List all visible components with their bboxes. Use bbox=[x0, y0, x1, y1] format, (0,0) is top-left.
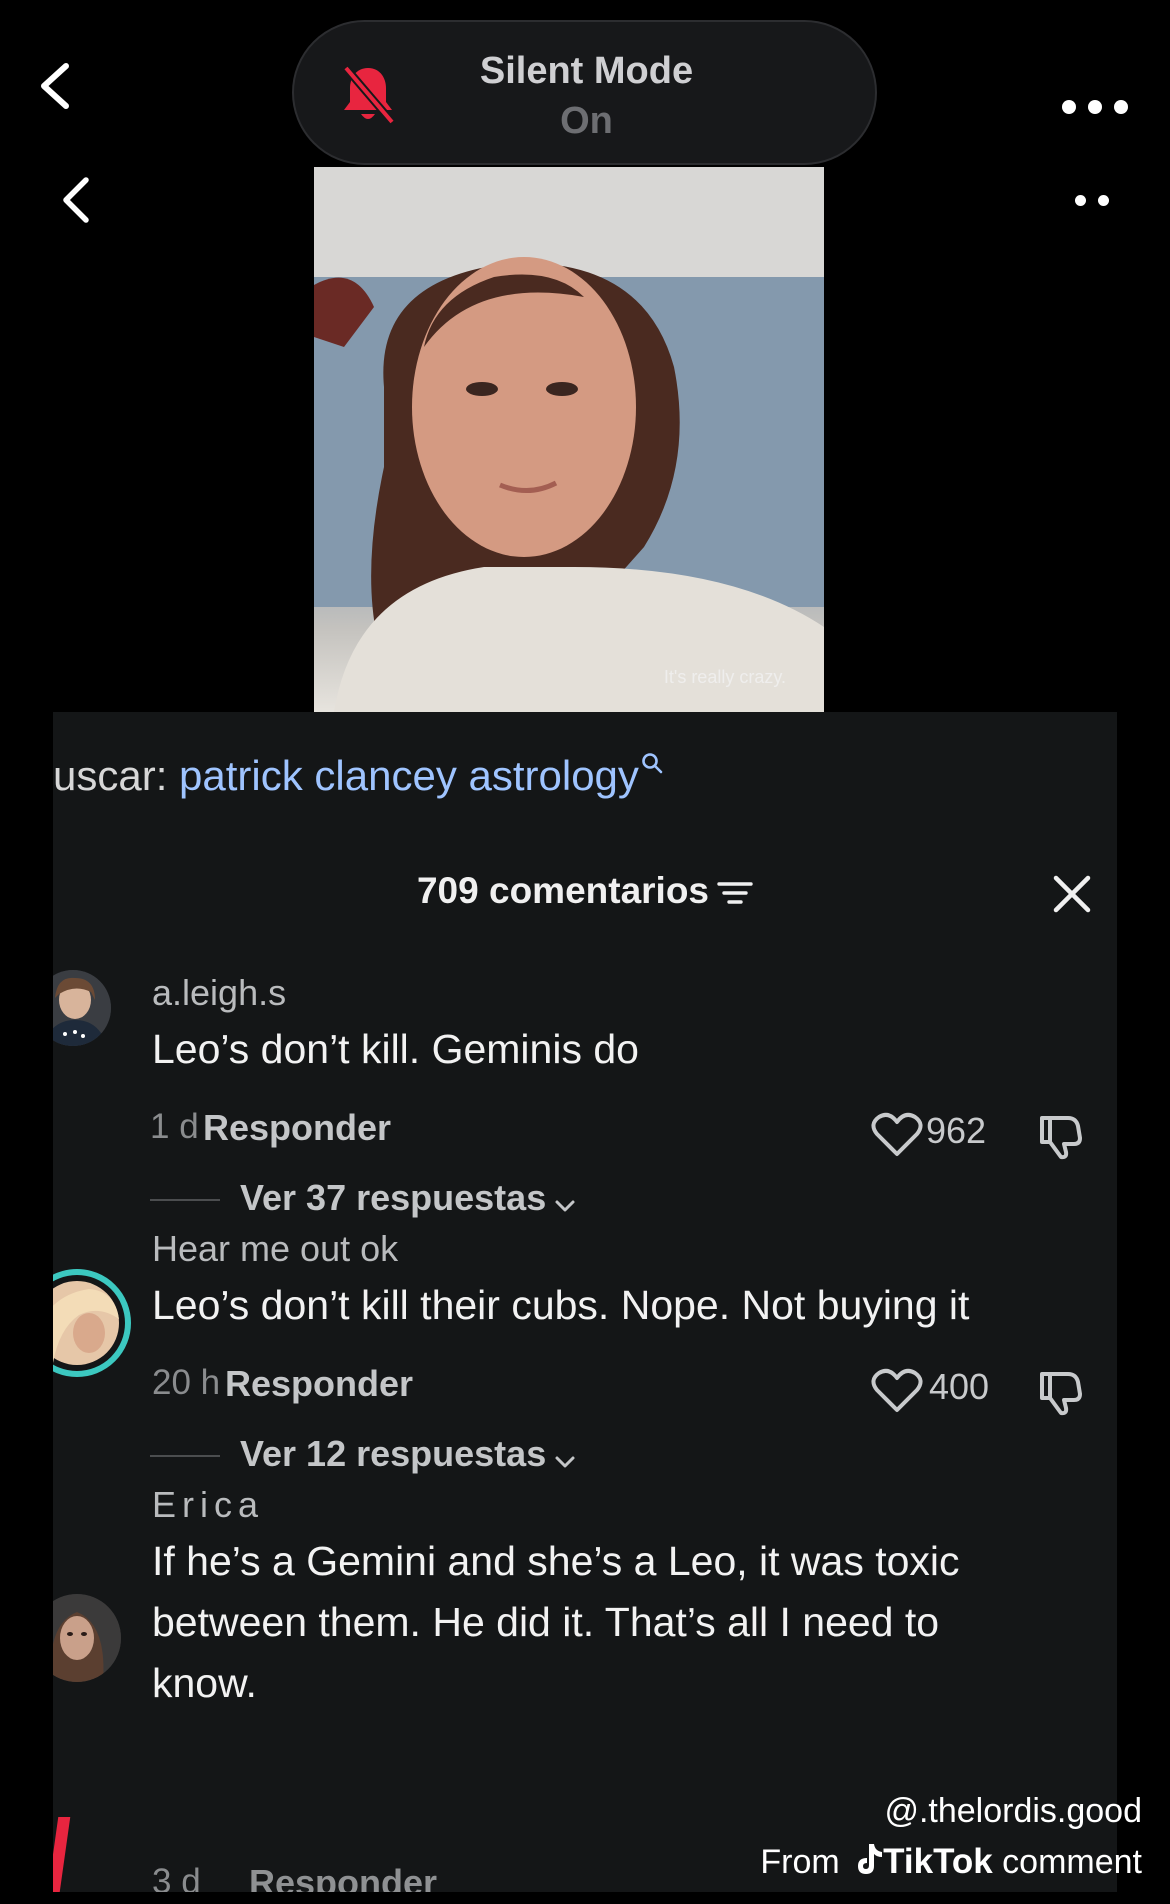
chevron-down-icon bbox=[555, 1200, 575, 1212]
comment-username[interactable]: Hear me out ok bbox=[152, 1228, 398, 1270]
video-frame-image bbox=[314, 167, 824, 712]
video-player[interactable]: It's really crazy. bbox=[314, 167, 824, 712]
avatar-image bbox=[53, 1281, 119, 1365]
back-chevron-icon-secondary[interactable] bbox=[52, 172, 108, 228]
reply-button[interactable]: Responder bbox=[203, 1107, 391, 1149]
avatar[interactable] bbox=[53, 1594, 121, 1682]
heart-icon[interactable] bbox=[871, 1112, 923, 1158]
silent-mode-title: Silent Mode bbox=[479, 50, 694, 92]
comment-time: 3 d bbox=[152, 1862, 201, 1892]
back-chevron-icon[interactable] bbox=[30, 58, 86, 114]
view-replies-label: Ver 37 respuestas bbox=[240, 1177, 547, 1218]
comment-text-line-2: between them. He did it. That’s all I ne… bbox=[152, 1599, 940, 1645]
silent-mode-banner: Silent Mode On bbox=[292, 20, 877, 165]
like-count: 400 bbox=[929, 1366, 990, 1407]
comments-panel: uscar: patrick clancey astrology 709 com… bbox=[53, 712, 1117, 1892]
avatar-image bbox=[53, 1594, 121, 1682]
replies-divider bbox=[150, 1455, 220, 1457]
comment-text-line-3: know. bbox=[152, 1660, 257, 1706]
comments-count: 709 comentarios bbox=[416, 870, 710, 911]
search-icon[interactable] bbox=[641, 752, 663, 774]
heart-icon[interactable] bbox=[871, 1368, 923, 1414]
video-caption: It's really crazy. bbox=[663, 667, 786, 687]
tiktok-logo-icon bbox=[858, 1844, 883, 1874]
close-icon[interactable] bbox=[1048, 870, 1096, 918]
search-prefix: uscar: bbox=[53, 752, 168, 799]
avatar[interactable] bbox=[53, 970, 111, 1046]
comment-text-line-1: If he’s a Gemini and she’s a Leo, it was… bbox=[152, 1538, 960, 1584]
search-query-link[interactable]: patrick clancey astrology bbox=[179, 752, 639, 799]
comment-username[interactable]: a.leigh.s bbox=[152, 972, 286, 1014]
red-edge-mark bbox=[53, 1817, 71, 1892]
reply-button[interactable]: Responder bbox=[249, 1862, 437, 1892]
comment-time: 1 d bbox=[150, 1107, 199, 1146]
more-dots-icon[interactable] bbox=[1062, 100, 1128, 114]
more-dots-icon-secondary[interactable] bbox=[1075, 195, 1109, 206]
comment-text: Leo’s don’t kill their cubs. Nope. Not b… bbox=[152, 1282, 970, 1328]
avatar-image bbox=[53, 970, 111, 1046]
watermark-credit: From TikTok comment bbox=[760, 1842, 1142, 1882]
like-count: 962 bbox=[926, 1110, 987, 1151]
watermark-brand: TikTok bbox=[883, 1842, 993, 1881]
view-replies-button[interactable]: Ver 12 respuestas bbox=[240, 1433, 576, 1475]
view-replies-button[interactable]: Ver 37 respuestas bbox=[240, 1177, 576, 1219]
replies-divider bbox=[150, 1199, 220, 1201]
view-replies-label: Ver 12 respuestas bbox=[240, 1433, 547, 1474]
search-suggestion[interactable]: uscar: patrick clancey astrology bbox=[53, 752, 663, 800]
comment-username[interactable]: Erica bbox=[152, 1484, 264, 1526]
comment-text: Leo’s don’t kill. Geminis do bbox=[152, 1026, 639, 1072]
watermark-suffix: comment bbox=[1002, 1843, 1142, 1881]
dislike-icon[interactable] bbox=[1036, 1368, 1086, 1416]
comments-count-header: 709 comentarios bbox=[53, 870, 1117, 912]
silent-mode-status: On bbox=[560, 100, 613, 142]
watermark-handle: @.thelordis.good bbox=[884, 1792, 1142, 1830]
chevron-down-icon bbox=[555, 1456, 575, 1468]
sort-icon[interactable] bbox=[717, 880, 753, 906]
watermark-from: From bbox=[760, 1843, 840, 1881]
avatar-story-ring[interactable] bbox=[53, 1269, 131, 1377]
dislike-icon[interactable] bbox=[1036, 1112, 1086, 1160]
reply-button[interactable]: Responder bbox=[225, 1363, 413, 1405]
comment-time: 20 h bbox=[152, 1363, 221, 1402]
